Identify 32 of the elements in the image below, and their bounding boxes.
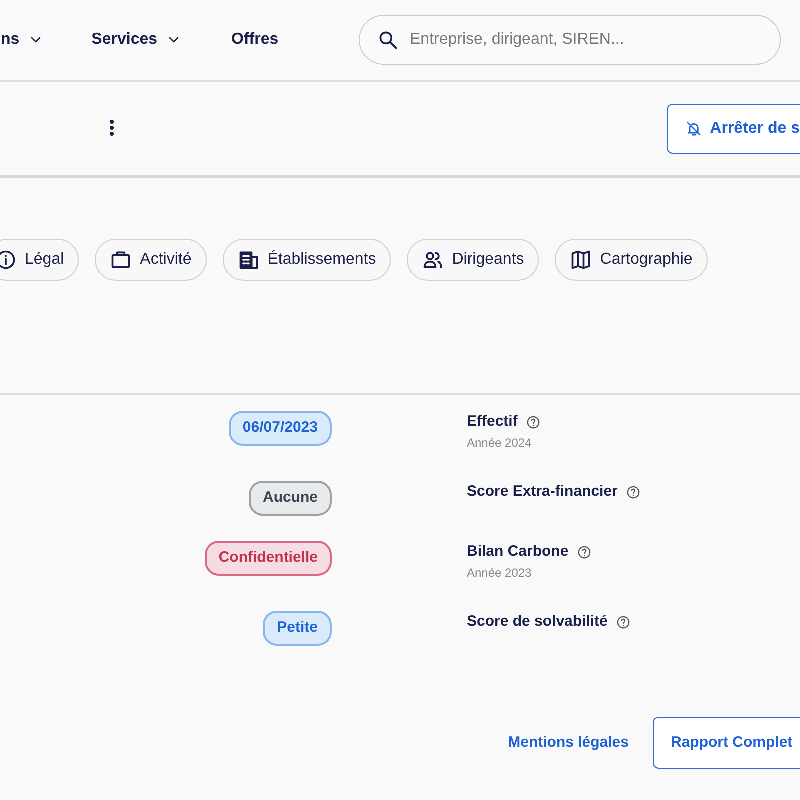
search-field[interactable]: Entreprise, dirigeant, SIREN...	[359, 15, 781, 65]
year-caption: Année 2023	[467, 564, 533, 582]
tab[interactable]: Cartographie	[555, 239, 708, 281]
field-label: Effectif	[467, 412, 518, 432]
tab[interactable]: Activité	[95, 239, 207, 281]
info-icon	[0, 249, 17, 271]
year-caption: Année 2024	[467, 434, 533, 452]
field-label: Score de solvabilité	[467, 612, 608, 632]
unfollow-button[interactable]: Arrêter de s	[667, 104, 800, 154]
status-pill: Confidentielle	[204, 541, 332, 576]
map-icon	[570, 249, 592, 271]
nav-menu-item[interactable]: ns	[1, 28, 44, 52]
help-icon	[626, 484, 641, 500]
building-icon	[238, 249, 260, 271]
status-pill: Petite	[263, 611, 332, 646]
search-icon	[377, 29, 399, 51]
status-pill: Aucune	[248, 481, 332, 516]
field-label: Bilan Carbone	[467, 542, 569, 562]
help-icon	[526, 414, 541, 430]
field-label: Score Extra-financier	[467, 482, 618, 502]
briefcase-icon	[110, 249, 132, 271]
tab[interactable]: Établissements	[222, 239, 392, 281]
report-button[interactable]: Rapport Complet	[653, 717, 800, 769]
nav-menu-item[interactable]: Services	[92, 28, 182, 52]
people-icon	[422, 249, 444, 271]
help-icon	[616, 614, 631, 630]
tab[interactable]: Légal	[0, 239, 80, 281]
help-icon	[576, 544, 592, 560]
tab[interactable]: Dirigeants	[407, 239, 540, 281]
status-pill: 06/07/2023	[228, 411, 332, 446]
legal-link[interactable]: Mentions légales	[508, 732, 629, 754]
nav-menu-item[interactable]: Offres	[232, 28, 279, 52]
